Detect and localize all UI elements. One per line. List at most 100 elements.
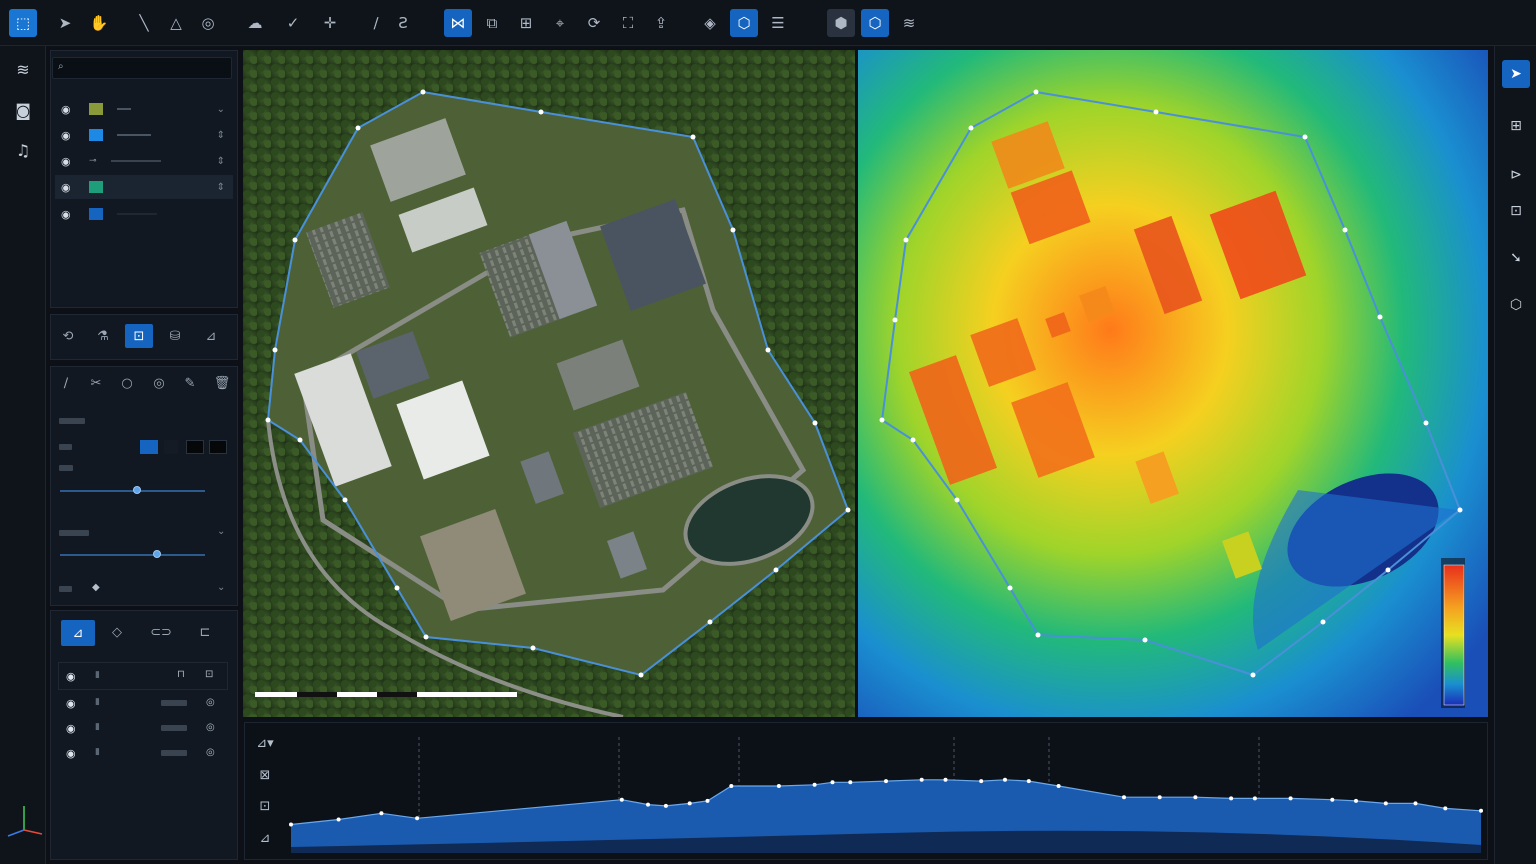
orthophoto-view[interactable] [243, 50, 855, 717]
navigate-icon[interactable]: ➤ [1502, 60, 1530, 88]
image-tool-icon[interactable]: ⊡ [1502, 197, 1530, 225]
line-icon[interactable]: ╲ [130, 9, 158, 37]
scissors-icon[interactable]: ✂ [82, 371, 110, 395]
split-icon[interactable]: ⊏ [191, 620, 219, 644]
visibility-icon[interactable]: ◎ [206, 722, 215, 733]
picture-icon[interactable]: ⊡ [253, 795, 277, 817]
cursor-icon[interactable]: ➘ [1502, 244, 1530, 272]
sync-icon[interactable]: ⟳ [580, 9, 608, 37]
image-icon[interactable]: ⊡ [205, 669, 213, 680]
eye-icon[interactable]: ◉ [61, 129, 75, 142]
chart-type-icon[interactable]: ⊿▾ [253, 732, 277, 754]
database-icon[interactable]: ⛁ [161, 324, 189, 348]
profile-point [289, 822, 293, 827]
layer-row[interactable]: ◉ ⇕ [55, 175, 233, 199]
profile-point [687, 801, 692, 806]
compass-icon[interactable]: ◈ [696, 9, 724, 37]
cube-active-icon[interactable]: ⬡ [861, 9, 889, 37]
stack-icon[interactable]: ☰ [764, 9, 792, 37]
outline-color-swatch[interactable] [209, 440, 227, 454]
check-shape-icon[interactable]: ✓ [279, 9, 307, 37]
pointer-icon[interactable]: ⌖ [546, 9, 574, 37]
link-icon[interactable]: ⊂⊃ [147, 620, 175, 644]
profile-point [1288, 796, 1293, 801]
draw-line-icon[interactable]: ∕ [52, 371, 80, 395]
expand-icon[interactable]: ⇕ [217, 156, 225, 167]
pen-icon[interactable]: ✎ [176, 371, 204, 395]
image-export-icon[interactable]: ⊠ [253, 764, 277, 786]
circle-icon[interactable]: ◎ [194, 9, 222, 37]
search-input[interactable]: ⌕ [52, 57, 232, 79]
profile-point [848, 780, 853, 785]
eye-icon[interactable]: ◉ [66, 722, 76, 735]
box3d-icon[interactable]: ⬢ [827, 9, 855, 37]
crop-icon[interactable]: ⛶ [614, 9, 642, 37]
opacity-slider-handle[interactable] [133, 486, 141, 494]
scale-bar [255, 692, 517, 697]
stroke-color-swatch[interactable] [186, 440, 204, 454]
measure-area-icon[interactable]: Ƨ [389, 9, 417, 37]
eye-icon[interactable]: ◉ [66, 670, 76, 683]
profile-chart-icon[interactable]: ⊿ [61, 620, 95, 646]
visibility-icon[interactable]: ◎ [206, 747, 215, 758]
eye-icon[interactable]: ◉ [61, 208, 75, 221]
camera-icon[interactable]: ◙ [9, 96, 37, 124]
refresh-icon[interactable]: ⟲ [54, 324, 82, 348]
layer-row[interactable]: ◉ [55, 202, 233, 226]
layer-row[interactable]: ◉ ⌄ [55, 97, 233, 121]
chevron-down-icon[interactable]: ⌄ [217, 582, 225, 593]
width-slider-handle[interactable] [153, 550, 161, 558]
chart-tool-icon[interactable]: ⊡ [125, 324, 153, 348]
profile-point [336, 817, 341, 822]
pin-icon[interactable]: ◎ [145, 371, 173, 395]
visibility-icon[interactable]: ◎ [206, 697, 215, 708]
eye-icon[interactable]: ◉ [61, 155, 75, 168]
pan-icon[interactable]: ✋ [85, 9, 113, 37]
compare-icon[interactable]: ⧉ [478, 9, 506, 37]
profile-point [884, 779, 888, 784]
eye-icon[interactable]: ◉ [66, 747, 76, 760]
eye-icon[interactable]: ◉ [66, 697, 76, 710]
move-icon[interactable]: ✛ [316, 9, 344, 37]
cube-icon[interactable]: ⬡ [730, 9, 758, 37]
export-icon[interactable]: ⇪ [647, 9, 675, 37]
trash-icon[interactable]: 🗑 [208, 371, 236, 395]
raster-icon[interactable]: ⊞ [512, 9, 540, 37]
measure-line-icon[interactable]: ∕ [362, 9, 390, 37]
grid-icon[interactable]: ⊞ [1502, 112, 1530, 140]
cube3d-icon[interactable]: ⬡ [1502, 291, 1530, 319]
color-swatch[interactable] [164, 440, 178, 454]
draw-circle-icon[interactable]: ○ [113, 371, 141, 395]
chevron-down-icon[interactable]: ⌄ [217, 526, 225, 537]
eye-icon[interactable]: ◉ [61, 181, 75, 194]
expand-icon[interactable]: ⇕ [217, 182, 225, 193]
inspect-icon[interactable]: ⊳ [1502, 161, 1530, 189]
shape-icon[interactable]: ◇ [103, 620, 131, 644]
profile-point [663, 803, 668, 808]
layer-row[interactable]: ◉ ⇕ [55, 123, 233, 147]
eye-icon[interactable]: ◉ [61, 103, 75, 116]
flask-icon[interactable]: ⚗ [89, 324, 117, 348]
elevation-view[interactable] [858, 50, 1488, 717]
profile-point [1056, 784, 1061, 788]
lock-icon[interactable]: ⊓ [177, 669, 185, 680]
bell-icon[interactable]: ♫ [9, 136, 37, 164]
profile-point [919, 777, 924, 782]
select-icon[interactable]: ➤ [51, 9, 79, 37]
fill-color-swatch[interactable] [140, 440, 158, 454]
expand-icon[interactable]: ⇕ [217, 130, 225, 141]
layers-icon[interactable]: ≋ [895, 9, 923, 37]
edit-chart-icon[interactable]: ⊿ [197, 324, 225, 348]
elevation-canvas [858, 50, 1488, 717]
chevron-down-icon[interactable]: ⌄ [217, 104, 225, 115]
line-chart-icon[interactable]: ⊿ [253, 827, 277, 849]
width-slider[interactable] [60, 554, 205, 556]
topology-icon[interactable]: ⋈ [444, 9, 472, 37]
cloud-icon[interactable]: ☁ [241, 9, 269, 37]
polygon-icon[interactable]: △ [162, 9, 190, 37]
logo-icon[interactable]: ⬚ [9, 9, 37, 37]
layers-panel-icon[interactable]: ≋ [9, 55, 37, 83]
square-icon: ▮ [95, 722, 100, 732]
layer-row[interactable]: ◉ ⊸ ⇕ [55, 149, 233, 173]
search-icon: ⌕ [58, 61, 64, 72]
